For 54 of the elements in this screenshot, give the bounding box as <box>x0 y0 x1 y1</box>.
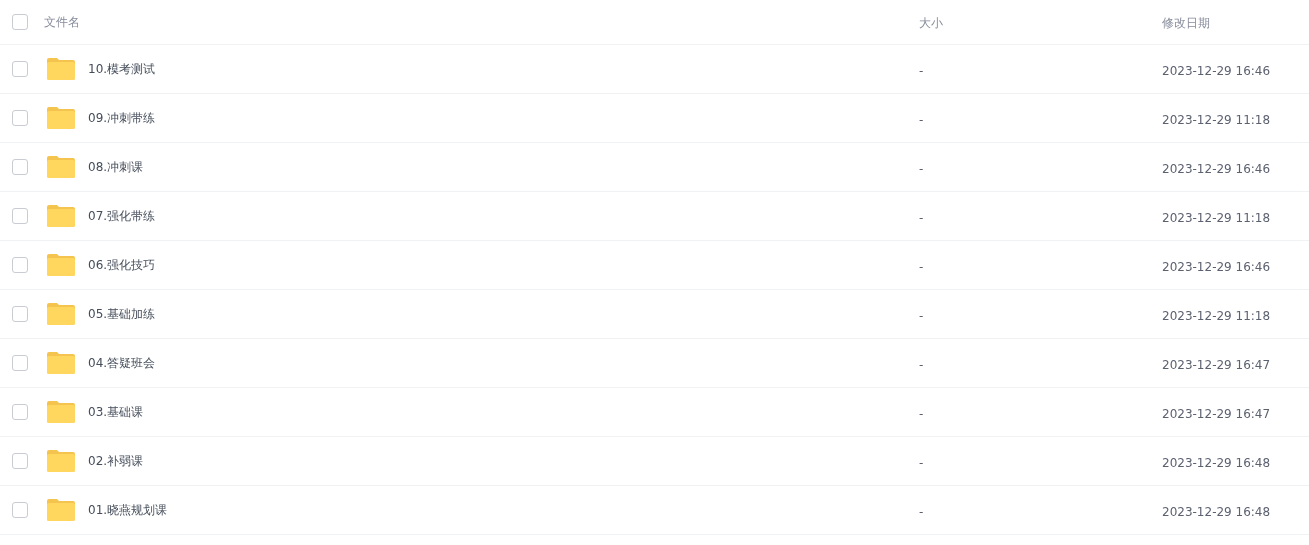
row-checkbox[interactable] <box>12 257 28 273</box>
column-header[interactable]: 大小 <box>919 16 943 30</box>
row-checkbox[interactable] <box>12 355 28 371</box>
modified-date: 2023-12-29 16:48 <box>1162 504 1271 519</box>
folder-icon <box>46 253 76 277</box>
file-size: - <box>919 210 924 225</box>
file-size: - <box>919 406 924 421</box>
folder-icon <box>46 57 76 81</box>
file-name[interactable]: 02.补弱课 <box>88 452 144 470</box>
row-checkbox[interactable] <box>12 110 28 126</box>
file-size: - <box>919 357 924 372</box>
file-name[interactable]: 07.强化带练 <box>88 207 156 225</box>
column-header[interactable]: 文件名 <box>44 13 80 31</box>
folder-icon <box>46 400 76 424</box>
row-checkbox[interactable] <box>12 453 28 469</box>
file-size: - <box>919 259 924 274</box>
file-size: - <box>919 161 924 176</box>
file-name[interactable]: 08.冲刺课 <box>88 158 144 176</box>
folder-icon <box>46 155 76 179</box>
row-checkbox[interactable] <box>12 306 28 322</box>
modified-date: 2023-12-29 16:47 <box>1162 406 1271 421</box>
modified-date: 2023-12-29 16:46 <box>1162 161 1271 176</box>
file-size: - <box>919 63 924 78</box>
folder-icon <box>46 204 76 228</box>
column-header[interactable]: 修改日期 <box>1162 16 1210 30</box>
file-size: - <box>919 308 924 323</box>
folder-icon <box>46 449 76 473</box>
row-checkbox[interactable] <box>12 502 28 518</box>
modified-date: 2023-12-29 16:47 <box>1162 357 1271 372</box>
file-name[interactable]: 03.基础课 <box>88 403 144 421</box>
modified-date: 2023-12-29 11:18 <box>1162 112 1271 127</box>
modified-date: 2023-12-29 16:48 <box>1162 455 1271 470</box>
folder-icon <box>46 302 76 326</box>
file-name[interactable]: 05.基础加练 <box>88 305 156 323</box>
row-checkbox[interactable] <box>12 159 28 175</box>
row-checkbox[interactable] <box>12 404 28 420</box>
folder-icon <box>46 106 76 130</box>
select-all-checkbox[interactable] <box>12 14 28 30</box>
modified-date: 2023-12-29 11:18 <box>1162 308 1271 323</box>
file-name[interactable]: 01.晓燕规划课 <box>88 501 168 519</box>
file-name[interactable]: 06.强化技巧 <box>88 256 156 274</box>
modified-date: 2023-12-29 16:46 <box>1162 63 1271 78</box>
folder-icon <box>46 351 76 375</box>
file-size: - <box>919 455 924 470</box>
modified-date: 2023-12-29 16:46 <box>1162 259 1271 274</box>
file-size: - <box>919 504 924 519</box>
file-name[interactable]: 09.冲刺带练 <box>88 109 156 127</box>
file-name[interactable]: 04.答疑班会 <box>88 354 156 372</box>
folder-icon <box>46 498 76 522</box>
modified-date: 2023-12-29 11:18 <box>1162 210 1271 225</box>
row-checkbox[interactable] <box>12 208 28 224</box>
file-size: - <box>919 112 924 127</box>
file-name[interactable]: 10.模考测试 <box>88 60 156 78</box>
row-checkbox[interactable] <box>12 61 28 77</box>
